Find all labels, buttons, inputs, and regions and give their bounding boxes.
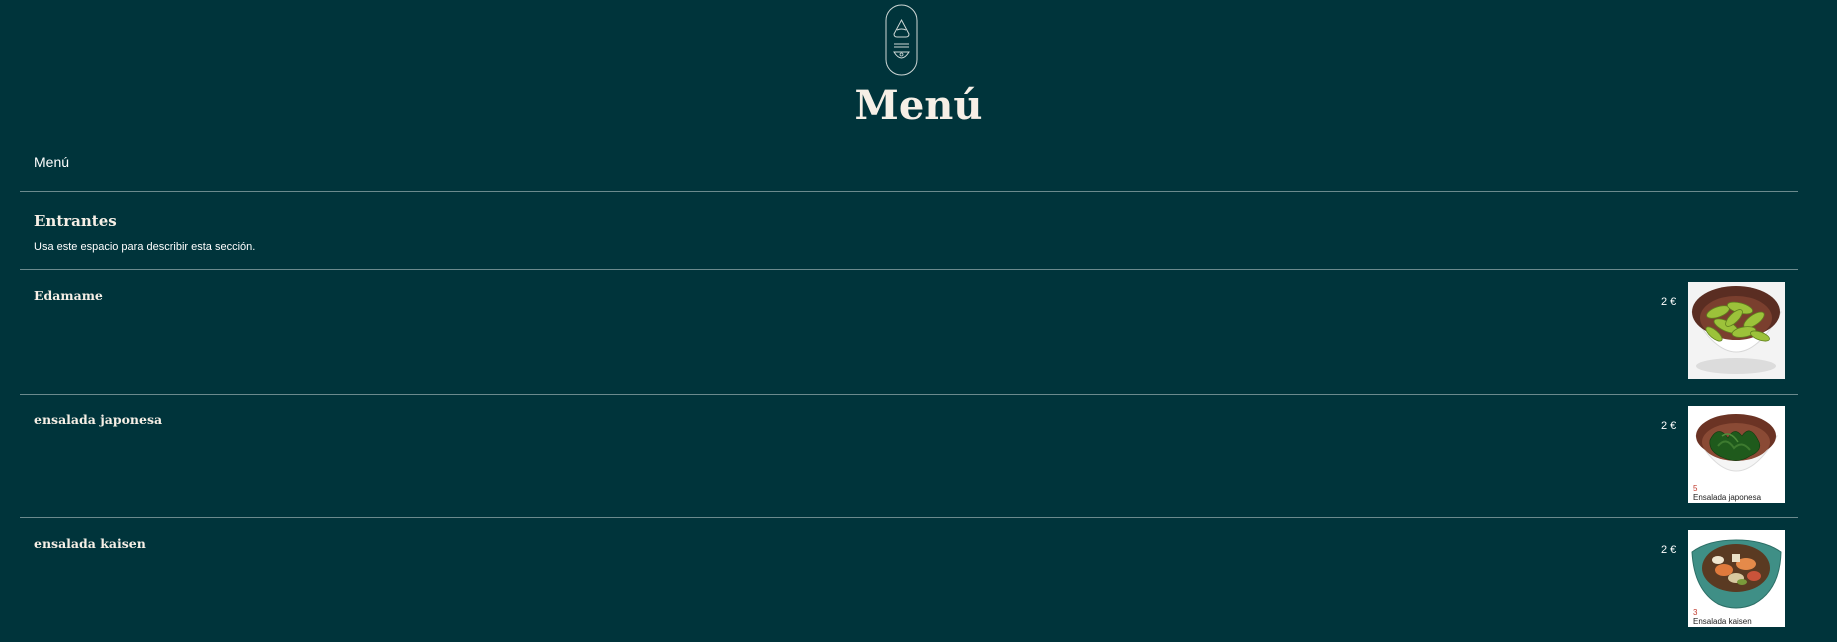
menu-item-name: ensalada kaisen: [34, 536, 146, 551]
menu-item-price: 2 €: [1661, 420, 1677, 432]
menu-item-name: ensalada japonesa: [34, 412, 163, 427]
menu-item[interactable]: Edamame 2 €: [20, 270, 1798, 394]
section-title: Entrantes: [34, 212, 117, 230]
menu-item-price: 2 €: [1661, 296, 1677, 308]
page-title: Menú: [854, 82, 983, 129]
menu-item[interactable]: ensalada japonesa 2 € 5 Ensalada japones…: [20, 394, 1798, 518]
breadcrumb[interactable]: Menú: [34, 154, 69, 170]
image-number: 5: [1693, 484, 1698, 493]
kaisen-salad-bowl-image[interactable]: 3 Ensalada kaisen: [1688, 530, 1785, 627]
section-description: Usa este espacio para describir esta sec…: [34, 241, 256, 253]
seaweed-salad-bowl-image[interactable]: 5 Ensalada japonesa: [1688, 406, 1785, 503]
menu-item[interactable]: ensalada kaisen 2 € 3 Ensalada kaisen: [20, 518, 1798, 642]
menu-item-price: 2 €: [1661, 544, 1677, 556]
image-caption: Ensalada japonesa: [1693, 493, 1762, 502]
divider: [20, 191, 1798, 192]
menu-item-name: Edamame: [34, 288, 103, 303]
onigiri-bowl-logo-icon: [885, 4, 918, 76]
edamame-bowl-image[interactable]: [1688, 282, 1785, 379]
image-number: 3: [1693, 608, 1698, 617]
image-caption: Ensalada kaisen: [1693, 617, 1752, 626]
